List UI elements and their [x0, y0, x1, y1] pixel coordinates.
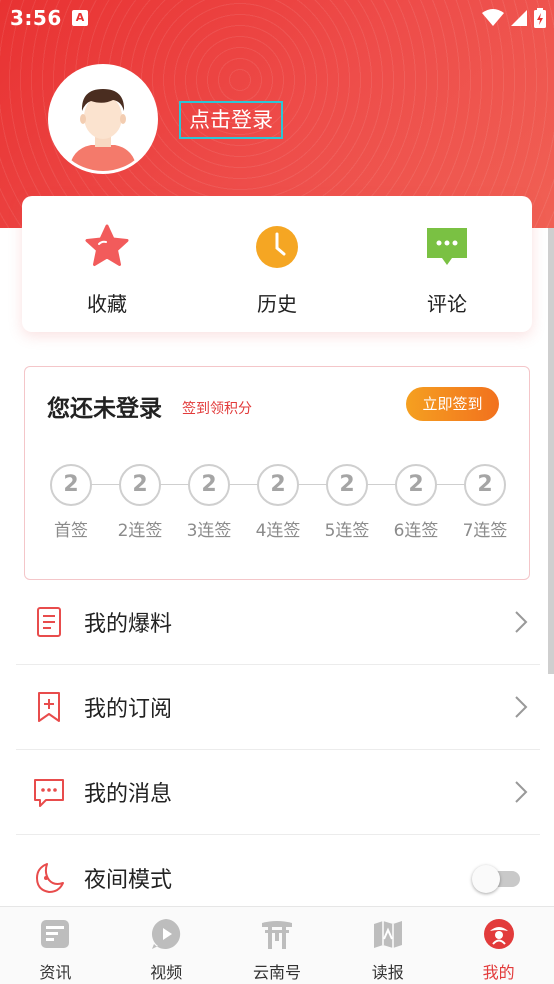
streak-label: 7连签 [462, 521, 508, 541]
menu-item-reports[interactable]: 我的爆料 [16, 580, 540, 665]
status-icons [482, 8, 546, 28]
wifi-icon [482, 9, 504, 26]
chevron-right-icon [515, 781, 528, 803]
streak-day: 2 7连签 [450, 464, 520, 541]
menu-item-subscriptions[interactable]: 我的订阅 [16, 665, 540, 750]
nav-label: 视频 [150, 963, 183, 982]
status-bar: 3:56 A [0, 0, 554, 38]
favorites-button[interactable]: 收藏 [47, 222, 167, 317]
menu-label: 我的爆料 [84, 612, 173, 637]
streak-points: 2 [188, 464, 230, 506]
menu-label: 我的消息 [84, 782, 173, 807]
settings-menu: 我的爆料 我的订阅 我的消息 夜间模式 [16, 580, 540, 920]
night-mode-toggle[interactable] [472, 865, 522, 893]
nav-label: 读报 [371, 963, 404, 982]
checkin-title: 您还未登录 [47, 396, 162, 422]
streak-label: 首签 [54, 521, 88, 541]
quick-actions-card: 收藏 历史 评论 [22, 196, 532, 332]
streak-day: 2 3连签 [174, 464, 244, 541]
streak-label: 2连签 [117, 521, 163, 541]
app-notification-icon: A [72, 10, 88, 26]
battery-icon [534, 8, 546, 28]
streak-points: 2 [50, 464, 92, 506]
streak-label: 5连签 [324, 521, 370, 541]
login-link[interactable]: 点击登录 [179, 101, 283, 139]
nav-news[interactable]: 资讯 [0, 907, 111, 984]
moon-icon [36, 862, 64, 893]
streak-day: 2 5连签 [312, 464, 382, 541]
comments-label: 评论 [427, 292, 467, 316]
streak-points: 2 [395, 464, 437, 506]
checkin-subtitle: 签到领积分 [182, 401, 252, 417]
history-button[interactable]: 历史 [217, 222, 337, 317]
bookmark-add-icon [38, 692, 60, 722]
nav-yunnan-hao[interactable]: 云南号 [222, 907, 333, 984]
nav-video[interactable]: 视频 [111, 907, 222, 984]
streak-label: 3连签 [186, 521, 232, 541]
scrollbar[interactable] [548, 228, 554, 674]
nav-newspaper[interactable]: 读报 [332, 907, 443, 984]
streak-day: 2 4连签 [243, 464, 313, 541]
menu-label: 夜间模式 [84, 867, 173, 893]
favorites-label: 收藏 [87, 292, 127, 316]
bottom-nav: 资讯 视频 云南号 读报 我的 [0, 906, 554, 984]
streak-day: 2 2连签 [105, 464, 175, 541]
streak-label: 6连签 [393, 521, 439, 541]
profile-logo-icon [483, 919, 514, 949]
nav-label: 云南号 [252, 963, 301, 982]
star-icon [85, 224, 129, 266]
clock-icon [256, 226, 298, 268]
default-avatar-icon [51, 67, 155, 171]
checkin-card: 您还未登录 签到领积分 立即签到 2 首签 2 2连签 2 3连签 2 4连签 … [24, 366, 530, 580]
nav-label: 资讯 [39, 963, 72, 982]
signal-icon [511, 10, 527, 26]
message-icon [34, 779, 64, 807]
nav-mine[interactable]: 我的 [443, 907, 554, 984]
checkin-streak: 2 首签 2 2连签 2 3连签 2 4连签 2 5连签 2 6连签 2 7连签 [49, 464, 507, 544]
history-label: 历史 [257, 292, 297, 316]
news-icon [41, 920, 70, 948]
comments-button[interactable]: 评论 [387, 222, 507, 317]
chevron-right-icon [515, 696, 528, 718]
gate-icon [261, 921, 292, 949]
menu-label: 我的订阅 [84, 697, 173, 722]
document-icon [37, 607, 61, 637]
status-time: 3:56 [10, 6, 62, 30]
map-icon [373, 921, 402, 948]
streak-points: 2 [257, 464, 299, 506]
streak-day: 2 首签 [36, 464, 106, 541]
nav-label: 我的 [482, 963, 515, 982]
checkin-button[interactable]: 立即签到 [406, 387, 499, 421]
play-icon [152, 919, 181, 949]
chevron-right-icon [515, 611, 528, 633]
avatar[interactable] [48, 64, 158, 174]
menu-item-messages[interactable]: 我的消息 [16, 750, 540, 835]
toggle-knob [472, 865, 500, 893]
streak-points: 2 [326, 464, 368, 506]
comment-icon [427, 228, 467, 265]
streak-points: 2 [464, 464, 506, 506]
streak-label: 4连签 [255, 521, 301, 541]
streak-day: 2 6连签 [381, 464, 451, 541]
streak-points: 2 [119, 464, 161, 506]
